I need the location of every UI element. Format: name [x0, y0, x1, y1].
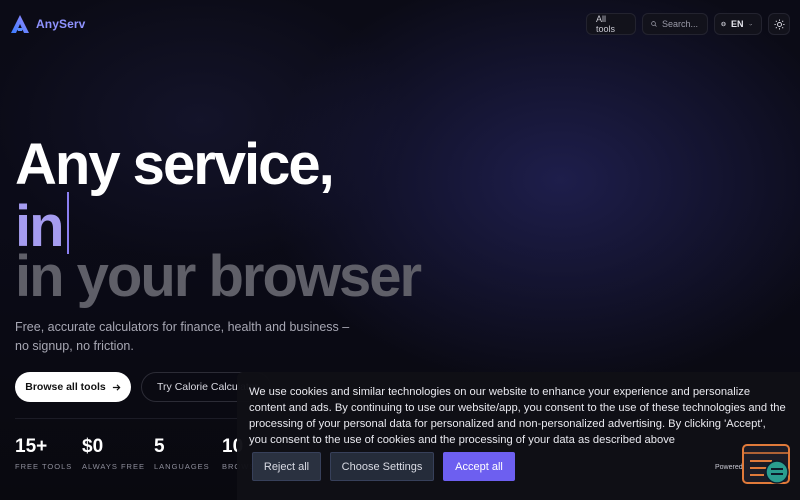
cookie-consent-banner: We use cookies and similar technologies …: [237, 372, 800, 500]
language-label: EN: [730, 19, 744, 29]
globe-icon: [721, 21, 726, 27]
hero-title-line-1: Any service,: [15, 132, 335, 197]
theme-toggle-button[interactable]: [768, 13, 790, 35]
accept-all-button[interactable]: Accept all: [443, 452, 515, 481]
stat-always-free: $0 ALWAYS FREE: [82, 436, 145, 471]
chevron-down-icon: [748, 23, 752, 26]
cookie-consent-text: We use cookies and similar technologies …: [249, 386, 786, 446]
anyserv-logo-icon: [11, 15, 29, 33]
sun-icon: [773, 18, 785, 30]
hero-title-line-3: in your browser: [15, 244, 422, 309]
hero-subtitle: Free, accurate calculators for finance, …: [15, 320, 350, 353]
stat-label: FREE TOOLS: [15, 462, 73, 471]
stat-label: LANGUAGES: [154, 462, 210, 471]
cookie-settings-widget-icon[interactable]: [742, 444, 792, 488]
stat-value: 5: [154, 436, 165, 457]
stat-languages: 5 LANGUAGES: [154, 436, 210, 471]
stats-divider: [15, 418, 245, 419]
all-tools-button[interactable]: All tools: [586, 13, 636, 35]
browse-all-tools-label: Browse all tools: [25, 381, 106, 393]
search-icon: [651, 21, 657, 27]
stat-value: 15+: [15, 436, 48, 457]
stat-value: $0: [82, 436, 104, 457]
powered-by-label: Powered: [715, 464, 743, 471]
search-placeholder: Search...: [661, 19, 698, 29]
choose-settings-button[interactable]: Choose Settings: [330, 452, 434, 481]
reject-all-button[interactable]: Reject all: [252, 452, 321, 481]
brand-name: AnyServ: [36, 17, 86, 31]
brand-logo[interactable]: AnyServ: [10, 14, 85, 34]
top-navbar: AnyServ All tools Search... EN: [0, 0, 800, 48]
arrow-right-icon: [112, 383, 121, 391]
browse-all-tools-button[interactable]: Browse all tools: [15, 372, 131, 402]
stat-label: ALWAYS FREE: [82, 462, 145, 471]
search-input[interactable]: Search...: [642, 13, 708, 35]
stat-free-tools: 15+ FREE TOOLS: [15, 436, 72, 471]
language-selector[interactable]: EN: [714, 13, 762, 35]
